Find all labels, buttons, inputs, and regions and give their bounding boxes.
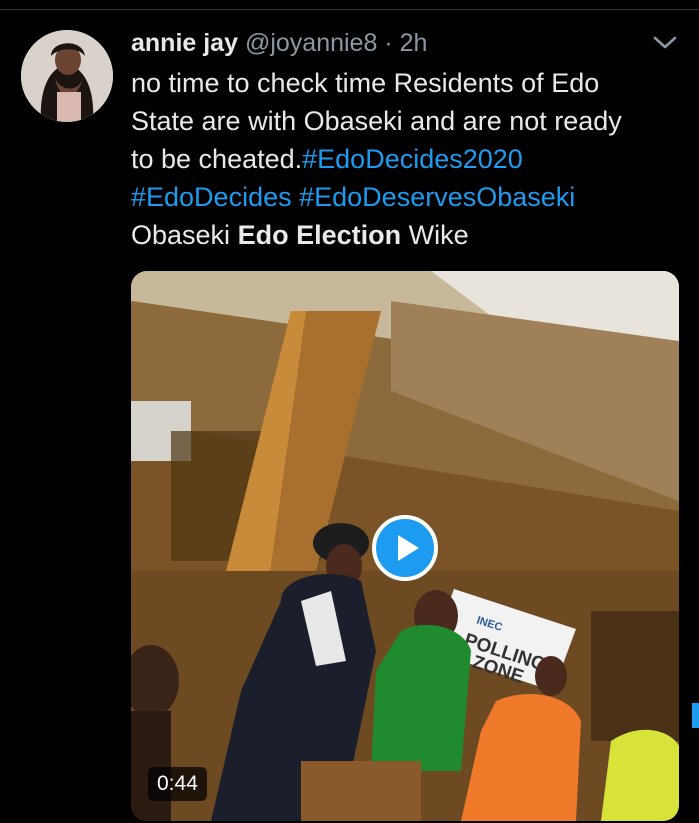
hashtag-link[interactable]: #EdoDecides (131, 182, 292, 212)
hashtag-line: #EdoDecides #EdoDeservesObaseki (131, 178, 671, 216)
topic-text: Wike (408, 220, 469, 250)
top-divider (0, 9, 699, 10)
tweet-text-line: to be cheated.#EdoDecides2020 (131, 140, 671, 178)
tweet-text: no time to check time Residents of Edo S… (131, 64, 671, 254)
separator-dot: · (384, 29, 393, 57)
video-player[interactable]: INEC POLLING ZONE 0:44 (131, 271, 679, 821)
timestamp[interactable]: 2h (400, 29, 428, 57)
edge-indicator (692, 703, 699, 728)
avatar-image (21, 30, 113, 122)
video-duration: 0:44 (148, 767, 207, 801)
topic-text: Obaseki (131, 220, 231, 250)
play-button[interactable] (372, 515, 438, 581)
tweet-text-line: State are with Obaseki and are not ready (131, 106, 622, 136)
play-icon (398, 535, 419, 561)
chevron-down-icon[interactable] (652, 34, 678, 52)
tweet-text-fragment: to be cheated. (131, 144, 303, 174)
tweet-header: annie jay @joyannie8 · 2h (131, 28, 427, 58)
topics-line: Obaseki Edo Election Wike (131, 216, 671, 254)
hashtag-link[interactable]: #EdoDeservesObaseki (299, 182, 575, 212)
display-name[interactable]: annie jay (131, 29, 238, 57)
hashtag-link[interactable]: #EdoDecides2020 (302, 144, 523, 174)
avatar[interactable] (21, 30, 113, 122)
user-handle[interactable]: @joyannie8 (245, 29, 377, 57)
tweet-text-line: no time to check time Residents of Edo (131, 68, 600, 98)
topic-text-bold: Edo Election (237, 220, 402, 250)
